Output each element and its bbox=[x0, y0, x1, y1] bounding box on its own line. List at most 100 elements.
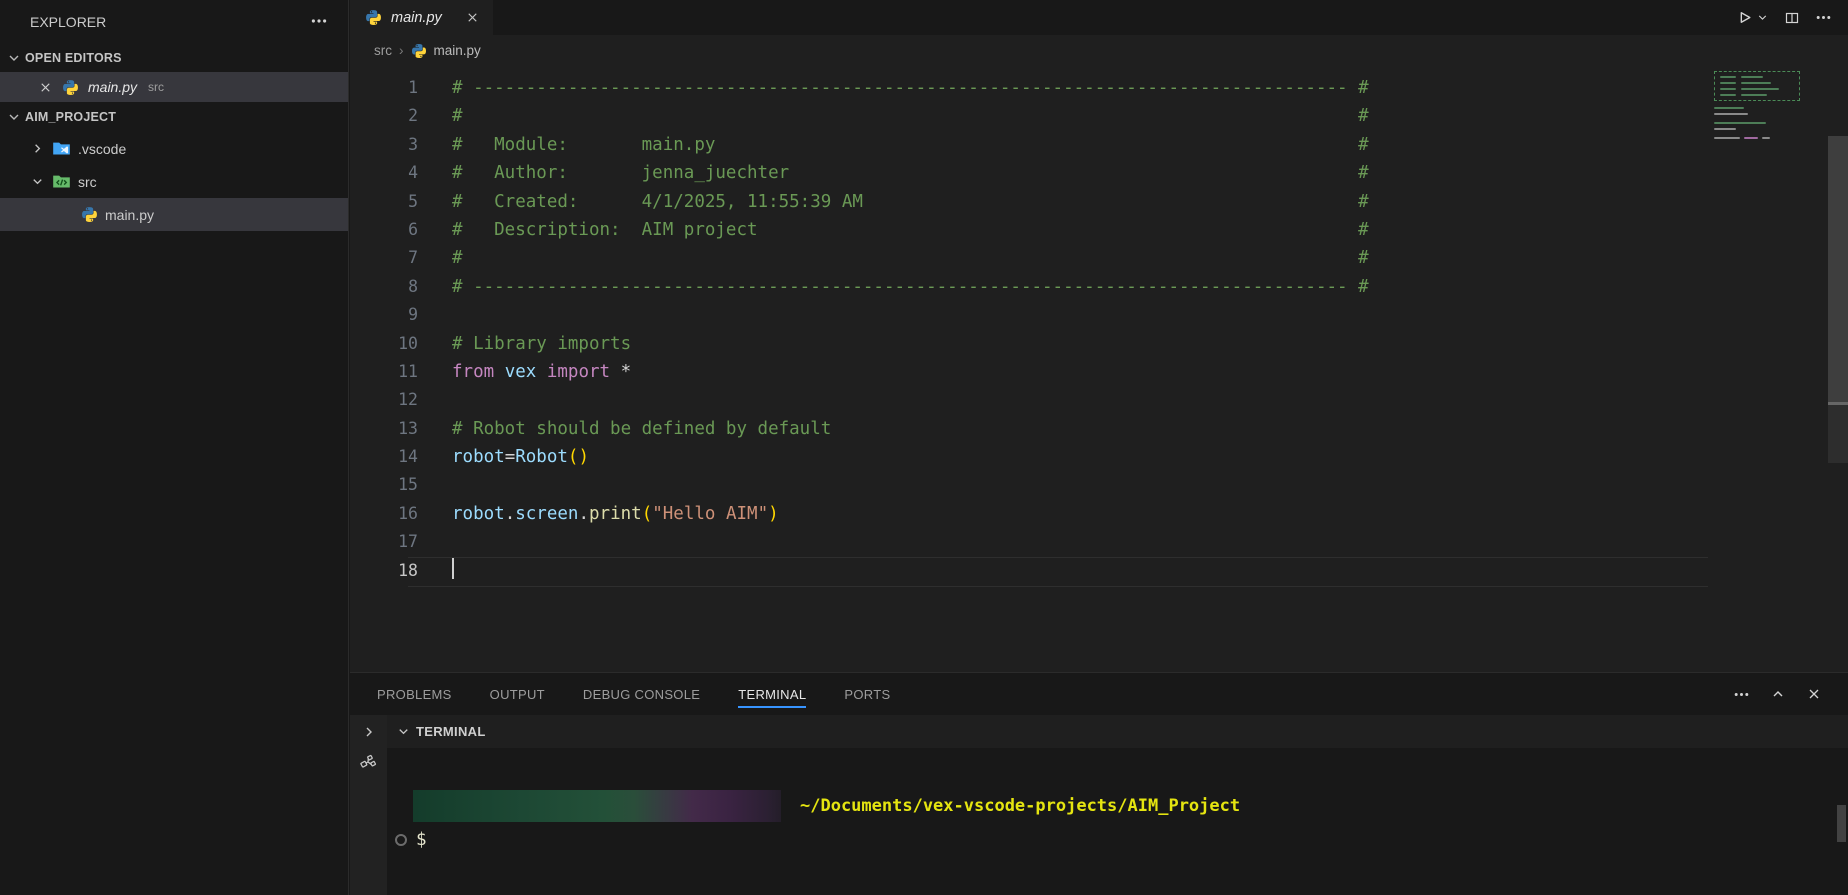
open-editors-section-header[interactable]: OPEN EDITORS bbox=[0, 44, 348, 72]
line-number: 3 bbox=[350, 131, 418, 159]
tree-item-mainpy-file[interactable]: main.py bbox=[0, 198, 348, 231]
terminal-output[interactable]: ~/Documents/vex-vscode-projects/AIM_Proj… bbox=[387, 748, 1848, 895]
tab-mainpy[interactable]: main.py bbox=[350, 0, 493, 35]
explorer-more-actions-button[interactable] bbox=[310, 12, 328, 30]
close-icon[interactable] bbox=[38, 80, 53, 95]
code-editor[interactable]: 1 # -------------------------------------… bbox=[350, 66, 1848, 672]
open-editor-file-folder: src bbox=[148, 80, 164, 94]
tab-label: main.py bbox=[391, 10, 442, 26]
code-line-8[interactable]: 8# -------------------------------------… bbox=[350, 273, 1848, 301]
chevron-down-icon[interactable] bbox=[1756, 11, 1769, 24]
maximize-panel-chevron-up-icon[interactable] bbox=[1770, 686, 1786, 702]
breadcrumb-folder[interactable]: src bbox=[374, 43, 392, 58]
tab-problems[interactable]: PROBLEMS bbox=[377, 683, 452, 706]
folder-vscode-icon bbox=[52, 139, 71, 158]
split-editor-icon[interactable] bbox=[1784, 10, 1800, 26]
line-text: # Author: jenna_juechter # bbox=[452, 159, 1369, 187]
editor-tab-bar: main.py bbox=[350, 0, 1848, 35]
line-text: # # bbox=[452, 244, 1369, 272]
python-icon bbox=[411, 43, 427, 59]
code-line-3[interactable]: 3 # Module: main.py # bbox=[350, 131, 1848, 159]
line-number: 8 bbox=[350, 273, 418, 301]
code-line-13[interactable]: 13# Robot should be defined by default bbox=[350, 415, 1848, 443]
line-number: 9 bbox=[350, 301, 418, 329]
project-section-header[interactable]: AIM_PROJECT bbox=[0, 102, 348, 132]
python-icon bbox=[81, 206, 98, 223]
editor-scrollbar-slider[interactable] bbox=[1828, 136, 1848, 402]
terminal-prompt-char: $ bbox=[416, 830, 427, 850]
bottom-panel: PROBLEMS OUTPUT DEBUG CONSOLE TERMINAL P… bbox=[350, 672, 1848, 895]
panel-more-actions-button[interactable] bbox=[1733, 686, 1750, 703]
terminal-view: TERMINAL ~/Documents/vex-vscode-projects… bbox=[350, 715, 1848, 895]
code-line-1[interactable]: 1 # -------------------------------------… bbox=[350, 74, 1848, 102]
editor-more-actions-button[interactable] bbox=[1815, 9, 1832, 26]
editor-area: main.py src › main.py 1 # ---------------… bbox=[350, 0, 1848, 672]
code-line-11[interactable]: 11 from vex import * bbox=[350, 358, 1848, 386]
code-line-17[interactable]: 17 bbox=[350, 528, 1848, 556]
chevron-down-icon bbox=[6, 109, 22, 125]
minimap-comment-block bbox=[1714, 71, 1800, 101]
chevron-down-icon bbox=[396, 724, 411, 739]
line-text: # # bbox=[452, 102, 1369, 130]
line-text: # Library imports bbox=[452, 330, 631, 358]
line-text: robot.screen.print("Hello AIM") bbox=[452, 500, 779, 528]
line-text bbox=[452, 557, 454, 585]
line-text: # Created: 4/1/2025, 11:55:39 AM # bbox=[452, 188, 1369, 216]
open-editors-label: OPEN EDITORS bbox=[25, 51, 122, 65]
close-icon[interactable] bbox=[465, 10, 480, 25]
code-line-14[interactable]: 14robot=Robot() bbox=[350, 443, 1848, 471]
code-line-10[interactable]: 10 # Library imports bbox=[350, 330, 1848, 358]
line-number: 12 bbox=[350, 386, 418, 414]
code-line-7[interactable]: 7# # bbox=[350, 244, 1848, 272]
chevron-down-icon bbox=[6, 50, 22, 66]
tab-debug-console[interactable]: DEBUG CONSOLE bbox=[583, 683, 700, 706]
tab-ports[interactable]: PORTS bbox=[844, 683, 890, 706]
tab-output[interactable]: OUTPUT bbox=[490, 683, 545, 706]
command-circle-icon bbox=[395, 834, 407, 846]
code-line-15[interactable]: 15 bbox=[350, 471, 1848, 499]
more-icon bbox=[310, 12, 328, 30]
terminal-scrollbar-slider[interactable] bbox=[1837, 805, 1846, 842]
editor-scrollbar[interactable] bbox=[1828, 66, 1848, 672]
folder-src-icon bbox=[52, 172, 71, 191]
tree-item-vscode-folder[interactable]: .vscode bbox=[0, 132, 348, 165]
terminal-device-icon[interactable] bbox=[359, 754, 378, 773]
minimap[interactable] bbox=[1714, 71, 1800, 139]
line-text: robot=Robot() bbox=[452, 443, 589, 471]
run-python-file-button[interactable] bbox=[1736, 9, 1769, 26]
tab-terminal[interactable]: TERMINAL bbox=[738, 683, 806, 706]
line-number: 11 bbox=[350, 358, 418, 386]
line-text: # --------------------------------------… bbox=[452, 74, 1369, 102]
tree-item-label: src bbox=[78, 174, 97, 190]
line-text: from vex import * bbox=[452, 358, 631, 386]
code-line-9[interactable]: 9 bbox=[350, 301, 1848, 329]
terminal-section-label: TERMINAL bbox=[416, 724, 486, 739]
minimap-code-lines bbox=[1714, 107, 1800, 139]
close-panel-icon[interactable] bbox=[1806, 686, 1822, 702]
line-text: # Module: main.py # bbox=[452, 131, 1369, 159]
tree-item-src-folder[interactable]: src bbox=[0, 165, 348, 198]
terminal-section-header[interactable]: TERMINAL bbox=[387, 715, 1848, 748]
tree-item-label: main.py bbox=[105, 207, 154, 223]
code-line-4[interactable]: 4 # Author: jenna_juechter # bbox=[350, 159, 1848, 187]
line-number: 5 bbox=[350, 188, 418, 216]
open-editor-item-mainpy[interactable]: main.py src bbox=[0, 72, 348, 102]
line-number: 4 bbox=[350, 159, 418, 187]
line-number: 10 bbox=[350, 330, 418, 358]
code-line-18[interactable]: 18 bbox=[350, 557, 1848, 585]
code-line-2[interactable]: 2# # bbox=[350, 102, 1848, 130]
line-number: 1 bbox=[350, 74, 418, 102]
code-line-16[interactable]: 16robot.screen.print("Hello AIM") bbox=[350, 500, 1848, 528]
run-icon bbox=[1736, 9, 1753, 26]
python-icon bbox=[62, 79, 79, 96]
chevron-right-icon[interactable] bbox=[361, 724, 377, 740]
code-line-5[interactable]: 5 # Created: 4/1/2025, 11:55:39 AM # bbox=[350, 188, 1848, 216]
open-editor-file-name: main.py bbox=[88, 79, 137, 95]
breadcrumb: src › main.py bbox=[350, 35, 1848, 66]
code-line-6[interactable]: 6# Description: AIM project # bbox=[350, 216, 1848, 244]
breadcrumb-file[interactable]: main.py bbox=[434, 43, 481, 58]
code-line-12[interactable]: 12 bbox=[350, 386, 1848, 414]
code-lines: 1 # -------------------------------------… bbox=[350, 74, 1848, 585]
chevron-right-icon: › bbox=[399, 43, 404, 58]
terminal-cwd-path: ~/Documents/vex-vscode-projects/AIM_Proj… bbox=[800, 790, 1240, 822]
